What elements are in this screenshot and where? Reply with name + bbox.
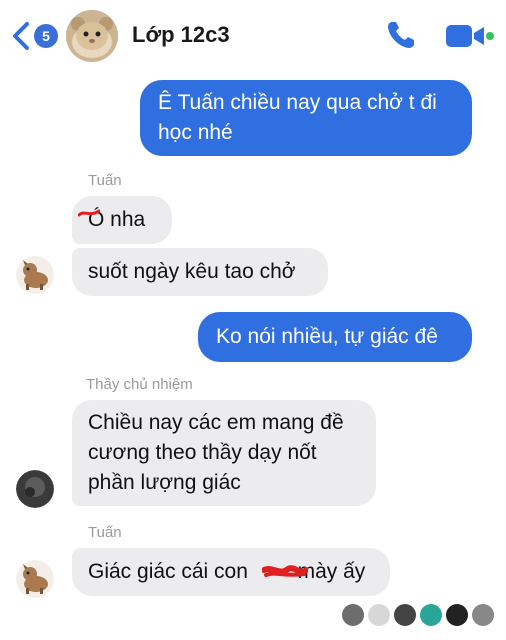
back-chevron-icon — [13, 22, 29, 50]
incoming-message[interactable]: Ó nha — [72, 196, 172, 244]
sender-name: Thầy chủ nhiệm — [86, 376, 193, 393]
teacher-avatar[interactable] — [16, 470, 54, 508]
message-line: học nhé — [158, 121, 233, 144]
message-line: phần lượng giác — [88, 471, 241, 494]
chat-header: 5 Lớp 12c3 — [0, 0, 506, 72]
dog-avatar[interactable] — [16, 560, 54, 598]
message-text: suốt ngày kêu tao chở — [88, 260, 296, 283]
dog-avatar[interactable] — [16, 256, 54, 294]
incoming-message[interactable]: Giác giác cái con mày ấy — [72, 548, 390, 596]
read-receipts — [342, 604, 494, 626]
sender-name: Tuấn — [88, 172, 122, 189]
dog-sticker-icon — [16, 560, 54, 598]
seen-avatar-icon — [446, 604, 468, 626]
phone-icon — [388, 22, 414, 48]
group-avatar[interactable] — [66, 10, 118, 62]
message-text: Ko nói nhiều, tự giác đê — [216, 325, 438, 348]
message-line: Chiều nay các em mang đề — [88, 411, 344, 434]
dog-sticker-icon — [16, 256, 54, 294]
message-text-start: Giác giác cái con — [88, 560, 248, 583]
seen-avatar-icon — [420, 604, 442, 626]
video-call-button[interactable] — [444, 22, 494, 55]
unread-badge: 5 — [34, 24, 58, 48]
seen-avatar-icon — [472, 604, 494, 626]
voice-call-button[interactable] — [384, 18, 418, 57]
message-line: Ê Tuấn chiều nay qua chở t đi — [158, 91, 437, 114]
incoming-message[interactable]: suốt ngày kêu tao chở — [72, 248, 328, 296]
seen-avatar-icon — [394, 604, 416, 626]
red-scribble-icon — [78, 209, 100, 217]
seen-avatar-icon — [368, 604, 390, 626]
seen-avatar-icon — [342, 604, 364, 626]
outgoing-message[interactable]: Ko nói nhiều, tự giác đê — [198, 312, 472, 362]
red-censor-scribble-icon — [262, 565, 308, 577]
conversation-title[interactable]: Lớp 12c3 — [132, 22, 230, 48]
video-camera-icon — [446, 25, 494, 47]
sender-name: Tuấn — [88, 524, 122, 541]
outgoing-message[interactable]: Ê Tuấn chiều nay qua chở t đi học nhé — [140, 80, 472, 156]
incoming-message[interactable]: Chiều nay các em mang đề cương theo thầy… — [72, 400, 376, 506]
message-line: cương theo thầy dạy nốt — [88, 441, 317, 464]
hamster-avatar-icon — [66, 10, 118, 62]
dark-photo-avatar-icon — [16, 470, 54, 508]
back-button[interactable]: 5 — [10, 18, 58, 54]
